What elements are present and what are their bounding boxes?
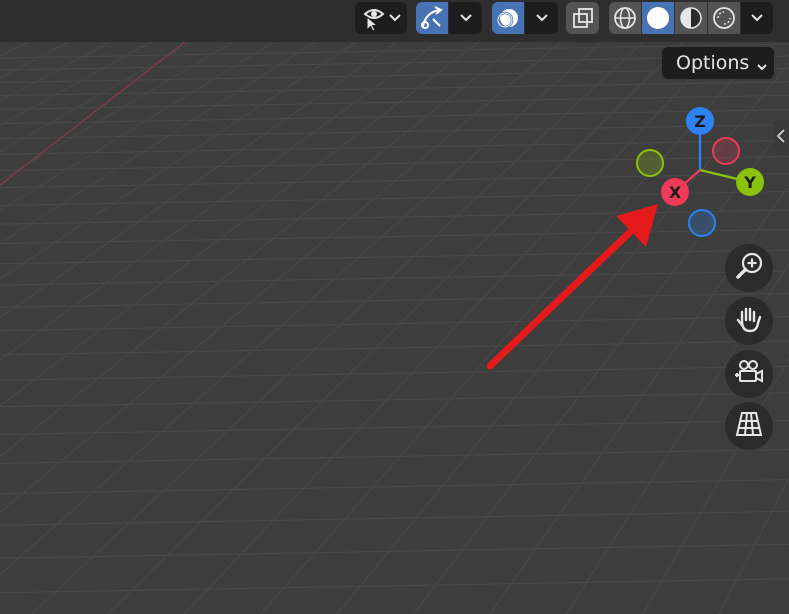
gizmo-y-axis[interactable]: Y — [736, 168, 764, 196]
3d-viewport[interactable] — [0, 0, 789, 614]
gizmo-dropdown-button[interactable] — [448, 2, 482, 34]
viewport-grid — [0, 0, 789, 614]
solid-shading-icon — [646, 6, 670, 30]
rendered-shading-icon — [712, 6, 736, 30]
camera-view-icon — [733, 356, 765, 392]
options-dropdown[interactable]: Options — [662, 47, 774, 79]
overlays-toggle-group — [492, 2, 558, 34]
gizmo-neg-z[interactable] — [688, 209, 716, 237]
gizmo-x-axis[interactable]: X — [661, 178, 689, 206]
hand-pan-icon — [733, 303, 765, 339]
zoom-button[interactable] — [725, 244, 773, 292]
gizmo-toggle-button[interactable] — [416, 2, 448, 34]
perspective-ortho-icon — [733, 408, 765, 444]
gizmo-arrow-icon — [419, 5, 445, 31]
camera-view-button[interactable] — [725, 350, 773, 398]
sidebar-toggle-button[interactable] — [773, 120, 789, 154]
gizmo-neg-x[interactable] — [712, 137, 740, 165]
gizmo-neg-y[interactable] — [636, 149, 664, 177]
shading-mode-group — [609, 2, 773, 34]
chevron-down-icon — [756, 56, 768, 78]
material-preview-icon — [679, 6, 703, 30]
xray-toggle-icon — [571, 6, 595, 30]
overlays-icon — [495, 5, 521, 31]
zoom-icon — [733, 250, 765, 286]
wireframe-shading-icon — [613, 6, 637, 30]
xray-toggle-button[interactable] — [566, 2, 599, 34]
chevron-down-icon — [751, 14, 763, 22]
overlays-toggle-button[interactable] — [492, 2, 524, 34]
options-label: Options — [676, 52, 750, 74]
chevron-down-icon — [535, 14, 548, 22]
wireframe-shading-button[interactable] — [609, 2, 641, 34]
pan-button[interactable] — [725, 297, 773, 345]
perspective-toggle-button[interactable] — [725, 402, 773, 450]
gizmo-toggle-group — [416, 2, 482, 34]
shading-options-dropdown[interactable] — [740, 2, 773, 34]
gizmo-z-axis[interactable]: Z — [686, 107, 714, 135]
viewport-header — [0, 0, 789, 42]
solid-shading-button[interactable] — [641, 2, 674, 34]
chevron-down-icon — [389, 14, 401, 22]
overlays-dropdown-button[interactable] — [524, 2, 558, 34]
chevron-left-icon — [776, 128, 786, 147]
eye-selectable-icon — [361, 5, 387, 31]
visibility-dropdown[interactable] — [355, 2, 407, 34]
material-preview-button[interactable] — [674, 2, 707, 34]
chevron-down-icon — [459, 14, 472, 22]
rendered-shading-button[interactable] — [707, 2, 740, 34]
navigation-gizmo[interactable]: Z Y X — [630, 100, 770, 250]
